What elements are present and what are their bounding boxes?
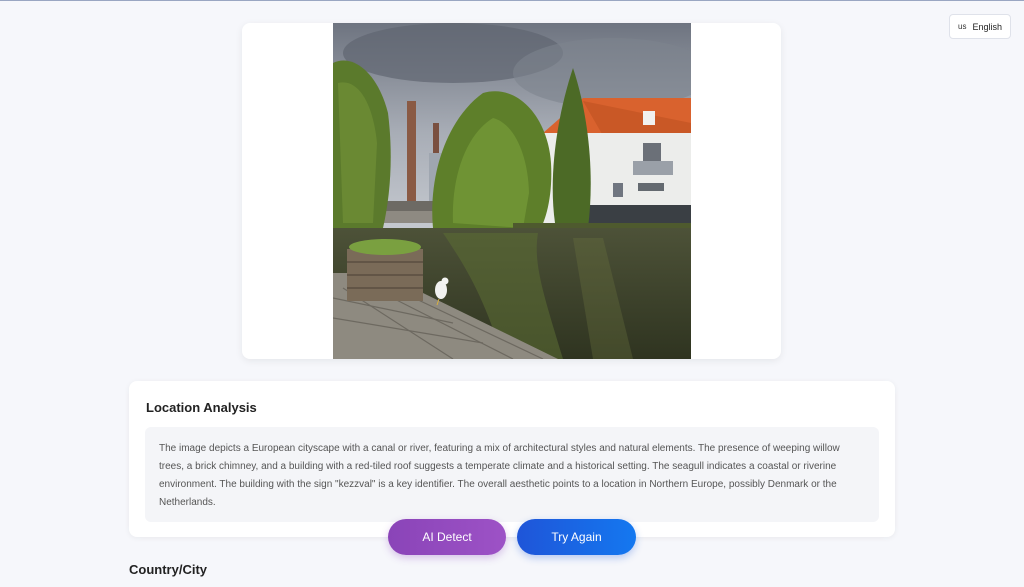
country-city-heading: Country/City bbox=[129, 562, 207, 577]
location-analysis-card: Location Analysis The image depicts a Eu… bbox=[129, 381, 895, 537]
language-label: English bbox=[972, 21, 1002, 32]
uploaded-image-card bbox=[242, 23, 781, 359]
try-again-button[interactable]: Try Again bbox=[517, 519, 636, 555]
location-analysis-text: The image depicts a European cityscape w… bbox=[145, 427, 879, 522]
language-selector-button[interactable]: us English bbox=[949, 14, 1011, 39]
flag-icon: us bbox=[958, 22, 967, 31]
uploaded-photo bbox=[333, 23, 691, 359]
ai-detect-button[interactable]: AI Detect bbox=[388, 519, 506, 555]
location-analysis-title: Location Analysis bbox=[146, 400, 257, 415]
